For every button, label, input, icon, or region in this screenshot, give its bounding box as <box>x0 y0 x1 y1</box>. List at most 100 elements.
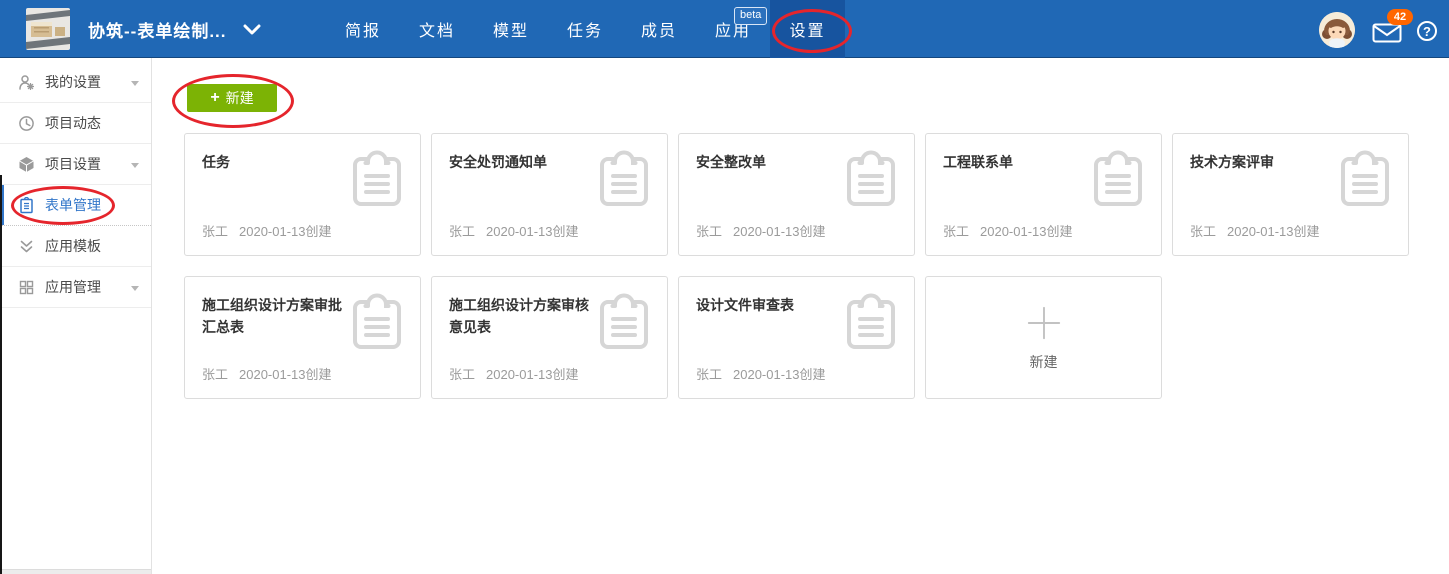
clipboard-icon <box>1340 150 1390 210</box>
card-owner: 张工 <box>449 367 475 382</box>
sidebar-item-project-settings[interactable]: 项目设置 <box>0 144 151 185</box>
new-form-card[interactable]: 新建 <box>925 276 1162 399</box>
card-owner: 张工 <box>696 367 722 382</box>
sidebar-item-label: 表单管理 <box>45 195 101 215</box>
sidebar-item-label: 我的设置 <box>45 72 101 92</box>
card-created: 2020-01-13创建 <box>486 367 579 382</box>
form-card-grid: 任务 张工 2020-01-13创建 安全处罚通知单 张工 2020-01-13创建… <box>184 133 1434 399</box>
settings-sidebar: 我的设置 项目动态 项目设置 表单管理 <box>0 58 152 574</box>
app-window: 协筑--表单绘制... 简报 文档 模型 任务 成员 应用 设置 beta <box>0 0 1449 574</box>
nav-tab-settings[interactable]: 设置 <box>770 0 845 58</box>
card-created: 2020-01-13创建 <box>733 224 826 239</box>
clipboard-icon <box>846 150 896 210</box>
form-card-construction-approval-summary[interactable]: 施工组织设计方案审批汇总表 张工 2020-01-13创建 <box>184 276 421 399</box>
card-meta: 张工 2020-01-13创建 <box>696 221 826 240</box>
form-card-safety-penalty[interactable]: 安全处罚通知单 张工 2020-01-13创建 <box>431 133 668 256</box>
chevron-down-icon <box>243 24 261 35</box>
nav-tab-tasks[interactable]: 任务 <box>548 0 622 58</box>
clipboard-icon <box>599 150 649 210</box>
clock-icon <box>18 115 35 132</box>
sidebar-item-form-management[interactable]: 表单管理 <box>0 185 151 226</box>
unread-count-badge: 42 <box>1387 9 1413 25</box>
card-meta: 张工 2020-01-13创建 <box>202 364 332 383</box>
building-model-thumbnail <box>26 8 70 50</box>
clipboard-icon <box>1093 150 1143 210</box>
main-nav: 简报 文档 模型 任务 成员 应用 设置 <box>326 0 845 58</box>
card-title: 施工组织设计方案审批汇总表 <box>202 295 352 338</box>
user-settings-icon <box>18 74 35 91</box>
sidebar-item-label: 项目设置 <box>45 154 101 174</box>
card-owner: 张工 <box>202 224 228 239</box>
sidebar-item-label: 应用管理 <box>45 277 101 297</box>
card-created: 2020-01-13创建 <box>239 224 332 239</box>
card-title: 技术方案评审 <box>1190 152 1340 174</box>
clipboard-icon <box>352 150 402 210</box>
card-meta: 张工 2020-01-13创建 <box>1190 221 1320 240</box>
clipboard-icon <box>846 293 896 353</box>
cube-icon <box>18 156 35 173</box>
form-card-tech-review[interactable]: 技术方案评审 张工 2020-01-13创建 <box>1172 133 1409 256</box>
sidebar-scrollbar-track[interactable] <box>0 569 151 574</box>
card-title: 任务 <box>202 152 352 174</box>
mail-icon <box>1372 23 1402 43</box>
card-created: 2020-01-13创建 <box>980 224 1073 239</box>
card-created: 2020-01-13创建 <box>486 224 579 239</box>
avatar-image <box>1319 12 1355 48</box>
grid-icon <box>18 279 35 296</box>
beta-badge: beta <box>734 7 767 25</box>
sidebar-item-my-settings[interactable]: 我的设置 <box>0 62 151 103</box>
card-meta: 张工 2020-01-13创建 <box>449 364 579 383</box>
card-meta: 张工 2020-01-13创建 <box>696 364 826 383</box>
card-meta: 张工 2020-01-13创建 <box>202 221 332 240</box>
card-title: 安全处罚通知单 <box>449 152 599 174</box>
top-header-bar: 协筑--表单绘制... 简报 文档 模型 任务 成员 应用 设置 beta <box>0 0 1449 58</box>
nav-tab-members[interactable]: 成员 <box>622 0 696 58</box>
card-meta: 张工 2020-01-13创建 <box>943 221 1073 240</box>
new-form-button[interactable]: + 新建 <box>187 84 277 112</box>
caret-down-icon <box>131 163 139 168</box>
plus-icon: + <box>210 90 219 106</box>
card-title: 设计文件审查表 <box>696 295 846 317</box>
form-card-safety-rectification[interactable]: 安全整改单 张工 2020-01-13创建 <box>678 133 915 256</box>
card-owner: 张工 <box>449 224 475 239</box>
sidebar-item-label: 项目动态 <box>45 113 101 133</box>
clipboard-icon <box>352 293 402 353</box>
card-title: 安全整改单 <box>696 152 846 174</box>
caret-down-icon <box>131 81 139 86</box>
sidebar-item-app-management[interactable]: 应用管理 <box>0 267 151 308</box>
card-owner: 张工 <box>943 224 969 239</box>
help-button[interactable]: ? <box>1417 21 1437 41</box>
form-card-construction-review-opinion[interactable]: 施工组织设计方案审核意见表 张工 2020-01-13创建 <box>431 276 668 399</box>
card-created: 2020-01-13创建 <box>733 367 826 382</box>
double-chevron-icon <box>18 238 35 255</box>
window-left-edge <box>0 175 2 574</box>
form-card-task[interactable]: 任务 张工 2020-01-13创建 <box>184 133 421 256</box>
sidebar-item-project-activity[interactable]: 项目动态 <box>0 103 151 144</box>
question-mark-icon: ? <box>1423 24 1431 39</box>
clipboard-icon <box>599 293 649 353</box>
messages-button[interactable] <box>1372 23 1402 43</box>
project-logo[interactable] <box>26 8 70 50</box>
card-created: 2020-01-13创建 <box>239 367 332 382</box>
nav-tab-briefing[interactable]: 简报 <box>326 0 400 58</box>
card-owner: 张工 <box>1190 224 1216 239</box>
nav-tab-models[interactable]: 模型 <box>474 0 548 58</box>
card-owner: 张工 <box>696 224 722 239</box>
project-switcher[interactable]: 协筑--表单绘制... <box>88 0 261 58</box>
new-card-label: 新建 <box>1030 352 1058 372</box>
project-title: 协筑--表单绘制... <box>88 17 227 42</box>
user-avatar[interactable] <box>1319 12 1355 48</box>
sidebar-item-app-templates[interactable]: 应用模板 <box>0 226 151 267</box>
sidebar-item-label: 应用模板 <box>45 236 101 256</box>
card-owner: 张工 <box>202 367 228 382</box>
card-created: 2020-01-13创建 <box>1227 224 1320 239</box>
card-title: 施工组织设计方案审核意见表 <box>449 295 599 338</box>
caret-down-icon <box>131 286 139 291</box>
nav-tab-documents[interactable]: 文档 <box>400 0 474 58</box>
form-icon <box>18 197 35 214</box>
form-card-project-contact[interactable]: 工程联系单 张工 2020-01-13创建 <box>925 133 1162 256</box>
form-card-design-file-review[interactable]: 设计文件审查表 张工 2020-01-13创建 <box>678 276 915 399</box>
card-title: 工程联系单 <box>943 152 1093 174</box>
plus-icon <box>1025 304 1063 342</box>
new-button-label: 新建 <box>226 88 254 108</box>
